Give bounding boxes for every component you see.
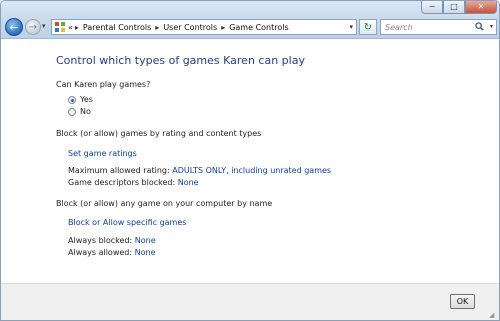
radio-no[interactable]: No [68, 107, 91, 116]
breadcrumb-game-controls[interactable]: Game Controls [229, 23, 288, 32]
page-title: Control which types of games Karen can p… [56, 54, 305, 67]
breadcrumb-separator[interactable]: ▸ [155, 23, 159, 32]
max-rating-label: Maximum allowed rating: [68, 166, 170, 175]
forward-arrow-icon[interactable]: → [25, 19, 41, 35]
always-blocked-label: Always blocked: [68, 236, 133, 245]
address-bar[interactable]: « ▸ Parental Controls ▸ User Controls ▸ … [51, 19, 357, 35]
caption-buttons: − □ ✕ [421, 1, 497, 14]
max-rating-value: ADULTS ONLY, including unrated games [172, 166, 332, 175]
always-blocked-row: Always blocked: None [68, 236, 156, 245]
game-controls-window: − □ ✕ ← → ▾ « ▸ Parental Controls ▸ User… [0, 0, 500, 321]
always-allowed-row: Always allowed: None [68, 248, 156, 257]
radio-no-label[interactable]: No [80, 107, 91, 116]
play-games-question: Can Karen play games? [56, 80, 151, 89]
always-allowed-value: None [134, 248, 156, 257]
breadcrumb-parental-controls[interactable]: Parental Controls [83, 23, 151, 32]
search-box[interactable]: ▾ [380, 19, 497, 35]
always-blocked-value: None [134, 236, 156, 245]
recent-pages-dropdown-icon[interactable]: ▾ [42, 22, 46, 30]
address-dropdown-icon[interactable]: ▾ [349, 23, 353, 31]
max-rating-row: Maximum allowed rating: ADULTS ONLY, inc… [68, 166, 331, 175]
search-input[interactable] [381, 22, 471, 32]
refresh-icon[interactable]: ↻ [359, 19, 377, 35]
maximize-button[interactable]: □ [443, 1, 465, 14]
breadcrumb-overflow[interactable]: « [68, 23, 73, 32]
block-allow-specific-link[interactable]: Block or Allow specific games [68, 218, 186, 227]
breadcrumb-separator[interactable]: ▸ [221, 23, 225, 32]
always-allowed-label: Always allowed: [68, 248, 133, 257]
search-icon[interactable] [475, 22, 484, 31]
descriptors-value: None [177, 178, 199, 187]
main-content: Control which types of games Karen can p… [1, 39, 499, 283]
footer-bar: OK ◢ [1, 283, 499, 320]
radio-no-button[interactable] [68, 107, 76, 116]
breadcrumb-user-controls[interactable]: User Controls [163, 23, 217, 32]
minimize-button[interactable]: − [421, 1, 443, 14]
close-button[interactable]: ✕ [465, 1, 497, 14]
set-game-ratings-link[interactable]: Set game ratings [68, 149, 137, 158]
breadcrumb-separator: ▸ [74, 22, 79, 32]
back-arrow-icon[interactable]: ← [5, 18, 23, 36]
radio-yes-button[interactable] [68, 95, 76, 104]
search-options-dropdown-icon[interactable]: ▾ [490, 23, 493, 30]
ok-button[interactable]: OK [450, 294, 475, 309]
title-bar: − □ ✕ ← → ▾ « ▸ Parental Controls ▸ User… [1, 1, 499, 39]
resize-grip-icon[interactable]: ◢ [489, 311, 497, 319]
radio-yes-label[interactable]: Yes [80, 95, 93, 104]
specific-section-label: Block (or allow) any game on your comput… [56, 199, 273, 208]
control-panel-icon [55, 22, 65, 32]
descriptors-row: Game descriptors blocked: None [68, 178, 199, 187]
rating-section-label: Block (or allow) games by rating and con… [56, 129, 262, 138]
descriptors-label: Game descriptors blocked: [68, 178, 176, 187]
radio-yes[interactable]: Yes [68, 95, 93, 104]
